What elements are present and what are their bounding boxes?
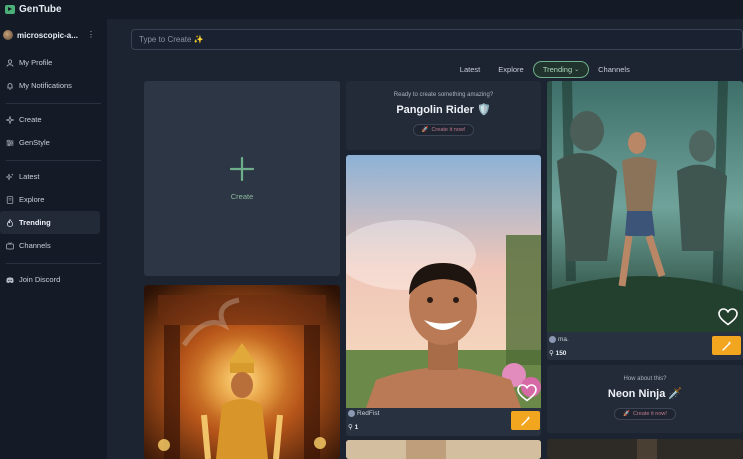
tab-channels[interactable]: Channels [593,61,635,78]
gentube-logo-icon[interactable] [5,5,15,14]
magic-wand-icon [520,415,530,426]
post-card-goddess[interactable] [144,285,340,459]
prompt-suggestion-card: How about this? Neon Ninja 🗡️ 🚀 Create it… [547,365,743,433]
post-image [144,285,340,459]
tab-explore[interactable]: Explore [492,61,530,78]
create-card[interactable]: Create [144,81,340,276]
sidebar-item-label: GenStyle [19,138,50,147]
post-card-partial[interactable] [547,439,743,459]
bell-icon [6,82,14,90]
sliders-icon [6,139,14,147]
avatar [3,30,13,40]
sidebar-item-channels[interactable]: Channels [0,234,107,257]
tv-icon [6,241,14,250]
create-it-now-label: Create it now! [431,127,466,133]
remix-button[interactable] [511,411,540,430]
sparkle-icon [6,115,14,124]
remix-count-value: 1 [354,424,359,431]
remix-button[interactable] [712,336,741,355]
sidebar-item-label: Channels [19,241,51,250]
flame-icon [6,218,14,227]
app-brand[interactable]: GenTube [19,4,62,15]
sidebar-item-trending[interactable]: Trending [0,211,100,234]
tab-trending-label: Trending [542,65,573,74]
remix-count: ⚲ 1 [348,423,358,431]
author-name: RedFist [357,410,380,417]
chevron-down-icon: ⌄ [574,67,580,73]
sidebar-item-label: Create [19,115,42,124]
author-avatar [549,336,556,343]
more-options-icon[interactable]: ⋮ [87,31,95,39]
sidebar-item-label: Latest [19,172,40,181]
sidebar-item-create[interactable]: Create [0,108,107,131]
post-image [346,440,541,459]
create-label: Create [230,192,254,201]
prompt-title: Neon Ninja 🗡️ [607,388,683,400]
heart-icon[interactable] [718,308,738,331]
sidebar-item-explore[interactable]: Explore [0,188,107,211]
sidebar-item-label: My Notifications [19,81,72,90]
top-bar: GenTube [0,0,743,19]
search-input[interactable]: Type to Create ✨ [131,29,743,50]
prompt-eyebrow: Ready to create something amazing? [393,92,494,98]
heart-icon[interactable] [517,384,537,407]
feed-tabs: Latest Explore Trending ⌄ Channels [0,61,743,78]
sidebar-item-genstyle[interactable]: GenStyle [0,131,107,154]
wand-icon: ⚲ [549,350,556,357]
tab-latest[interactable]: Latest [452,61,488,78]
wand-icon: ⚲ [348,424,355,431]
prompt-eyebrow: How about this? [623,376,667,382]
sidebar-item-label: Join Discord [19,275,61,284]
post-author[interactable]: ma. [549,336,569,343]
sparkles-icon [6,173,14,181]
search-placeholder: Type to Create ✨ [139,35,204,44]
create-it-now-label: Create it now! [632,411,667,417]
sidebar: microscopic-a... ⋮ My Profile My Notific… [0,19,107,459]
sidebar-item-label: Trending [19,218,51,227]
discord-icon [6,276,14,284]
rocket-icon: 🚀 [623,411,630,417]
post-author[interactable]: RedFist [348,410,379,417]
post-card-zombies[interactable]: ma. ⚲ 150 [547,81,743,360]
post-card-partial[interactable] [346,440,541,459]
rocket-icon: 🚀 [421,127,429,133]
tab-trending[interactable]: Trending ⌄ [533,61,589,78]
username: microscopic-a... [17,30,78,40]
post-card-redfist[interactable]: RedFist ⚲ 1 [346,155,541,436]
sidebar-item-latest[interactable]: Latest [0,165,107,188]
sidebar-item-join-discord[interactable]: Join Discord [0,268,107,291]
sidebar-item-label: Explore [19,195,45,204]
user-row[interactable]: microscopic-a... ⋮ [0,19,107,51]
prompt-suggestion-card: Ready to create something amazing? Pango… [346,81,541,150]
prompt-title: Pangolin Rider 🛡️ [396,104,491,116]
book-icon [6,195,14,204]
post-image [547,81,743,332]
create-it-now-button[interactable]: 🚀 Create it now! [614,408,676,420]
remix-count: ⚲ 150 [549,349,566,357]
author-name: ma. [558,336,569,343]
remix-count-value: 150 [555,350,567,357]
sidebar-divider [6,103,101,104]
author-avatar [348,410,355,417]
magic-wand-icon [721,340,731,351]
sidebar-divider [6,160,101,161]
create-it-now-button[interactable]: 🚀 Create it now! [412,124,475,136]
post-image [547,439,743,459]
sidebar-divider [6,263,101,264]
post-image [346,155,541,408]
plus-icon [229,156,255,186]
